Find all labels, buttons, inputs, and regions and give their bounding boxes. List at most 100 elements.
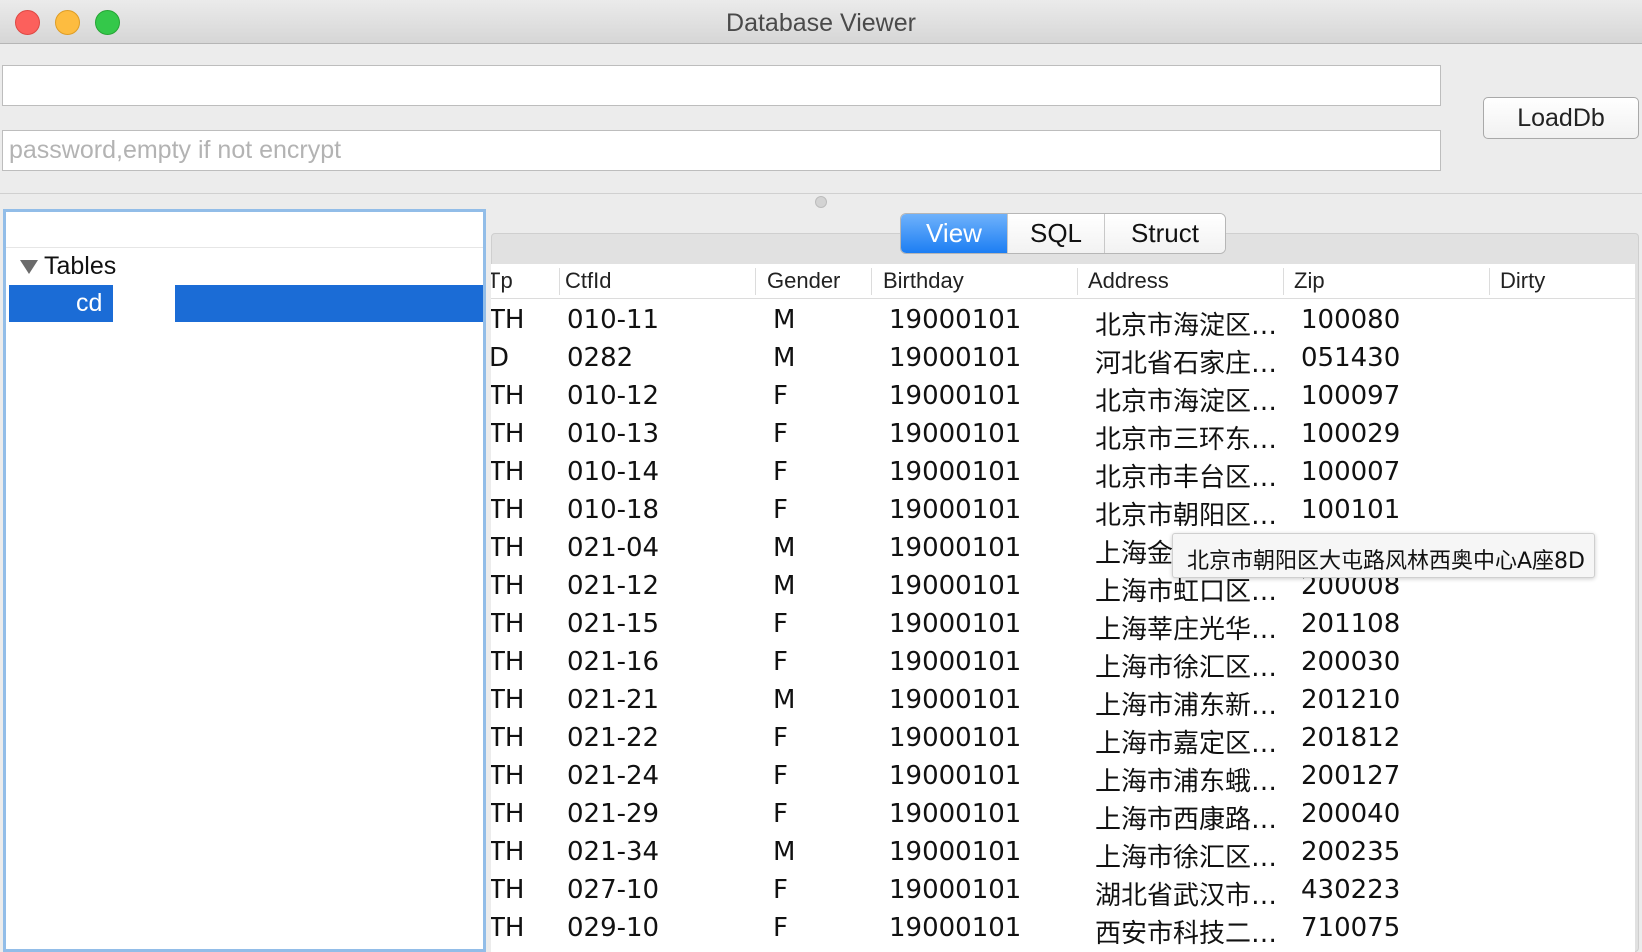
cell-zip: 200040 (1301, 799, 1401, 829)
cell-ctfid: 010-14 (567, 457, 660, 487)
disclosure-triangle-icon[interactable] (20, 259, 38, 274)
column-header-tp[interactable]: Tp (491, 268, 513, 294)
cell-gender: F (773, 419, 788, 449)
database-path-input[interactable] (2, 65, 1441, 106)
cell-ctfid: 010-11 (567, 305, 660, 335)
cell-tp: TH (491, 381, 525, 411)
table-row[interactable]: D 0282 M 19000101 河北省石家庄… 051430 (491, 338, 1635, 379)
cell-ctfid: 010-12 (567, 381, 660, 411)
column-header-dirty[interactable]: Dirty (1500, 268, 1545, 294)
column-header-zip[interactable]: Zip (1294, 268, 1325, 294)
cell-tp: TH (491, 685, 525, 715)
tree-item-table[interactable]: cd (9, 285, 483, 322)
column-header-address[interactable]: Address (1088, 268, 1169, 294)
cell-zip: 100007 (1301, 457, 1401, 487)
column-separator[interactable] (559, 268, 560, 295)
cell-address: 湖北省武汉市… (1095, 881, 1278, 911)
cell-birthday: 19000101 (889, 495, 1022, 525)
table-row[interactable]: TH 010-18 F 19000101 北京市朝阳区… 100101 (491, 490, 1635, 531)
cell-birthday: 19000101 (889, 837, 1022, 867)
cell-birthday: 19000101 (889, 647, 1022, 677)
cell-gender: F (773, 457, 788, 487)
cell-tp: TH (491, 875, 525, 905)
cell-ctfid: 021-15 (567, 609, 660, 639)
cell-tp: TH (491, 609, 525, 639)
tab-struct[interactable]: Struct (1104, 214, 1225, 253)
column-separator[interactable] (1077, 268, 1078, 295)
cell-zip: 201812 (1301, 723, 1401, 753)
window-title: Database Viewer (726, 9, 916, 37)
table-row[interactable]: TH 027-10 F 19000101 湖北省武汉市… 430223 (491, 870, 1635, 911)
cell-tp: TH (491, 495, 525, 525)
cell-birthday: 19000101 (889, 343, 1022, 373)
cell-address: 上海金 (1095, 539, 1174, 569)
cell-gender: F (773, 723, 788, 753)
table-row[interactable]: TH 021-34 M 19000101 上海市徐汇区… 200235 (491, 832, 1635, 873)
cell-ctfid: 021-34 (567, 837, 660, 867)
column-separator[interactable] (1283, 268, 1284, 295)
column-header-gender[interactable]: Gender (767, 268, 840, 294)
cell-tp: TH (491, 761, 525, 791)
sidebar-header-area (6, 212, 483, 248)
tables-group-label: Tables (44, 252, 117, 280)
cell-address: 上海市嘉定区… (1095, 729, 1278, 759)
table-tree-sidebar: Tables cd (3, 209, 486, 952)
cell-gender: F (773, 381, 788, 411)
cell-birthday: 19000101 (889, 305, 1022, 335)
cell-zip: 200235 (1301, 837, 1401, 867)
cell-address: 上海市浦东新… (1095, 691, 1278, 721)
cell-gender: F (773, 495, 788, 525)
tables-group[interactable]: Tables (20, 252, 116, 281)
tree-item-label: cd (76, 289, 103, 317)
table-row[interactable]: TH 010-14 F 19000101 北京市丰台区… 100007 (491, 452, 1635, 493)
cell-address: 北京市朝阳区… (1095, 501, 1278, 531)
table-row[interactable]: TH 021-24 F 19000101 上海市浦东蛾… 200127 (491, 756, 1635, 797)
cell-zip: 051430 (1301, 343, 1401, 373)
cell-birthday: 19000101 (889, 685, 1022, 715)
cell-address: 北京市海淀区… (1095, 387, 1278, 417)
table-row[interactable]: TH 021-29 F 19000101 上海市西康路… 200040 (491, 794, 1635, 835)
load-db-button[interactable]: LoadDb (1483, 97, 1639, 139)
column-header-ctfid[interactable]: CtfId (565, 268, 611, 294)
cell-birthday: 19000101 (889, 799, 1022, 829)
tab-view[interactable]: View (901, 214, 1007, 253)
cell-tp: TH (491, 571, 525, 601)
table-row[interactable]: TH 010-13 F 19000101 北京市三环东… 100029 (491, 414, 1635, 455)
tab-sql[interactable]: SQL (1007, 214, 1104, 253)
cell-zip: 430223 (1301, 875, 1401, 905)
table-row[interactable]: TH 021-16 F 19000101 上海市徐汇区… 200030 (491, 642, 1635, 683)
table-row[interactable]: TH 021-21 M 19000101 上海市浦东新… 201210 (491, 680, 1635, 721)
cell-address: 上海莘庄光华… (1095, 615, 1278, 645)
cell-gender: F (773, 799, 788, 829)
column-separator[interactable] (871, 268, 872, 295)
cell-gender: M (773, 571, 796, 601)
cell-address: 北京市丰台区… (1095, 463, 1278, 493)
splitter-handle[interactable] (815, 196, 827, 208)
column-separator[interactable] (1489, 268, 1490, 295)
password-input[interactable] (2, 130, 1441, 171)
cell-birthday: 19000101 (889, 571, 1022, 601)
cell-address: 北京市三环东… (1095, 425, 1278, 455)
column-header-birthday[interactable]: Birthday (883, 268, 964, 294)
column-separator[interactable] (755, 268, 756, 295)
cell-tp: TH (491, 647, 525, 677)
cell-birthday: 19000101 (889, 381, 1022, 411)
cell-gender: M (773, 533, 796, 563)
cell-tp: TH (491, 533, 525, 563)
cell-zip: 201108 (1301, 609, 1401, 639)
cell-ctfid: 021-24 (567, 761, 660, 791)
data-table[interactable]: Tp CtfId Gender Birthday Address Zip Dir… (491, 264, 1635, 952)
cell-gender: M (773, 837, 796, 867)
cell-gender: F (773, 761, 788, 791)
table-row[interactable]: TH 021-15 F 19000101 上海莘庄光华… 201108 (491, 604, 1635, 645)
cell-birthday: 19000101 (889, 913, 1022, 943)
cell-birthday: 19000101 (889, 419, 1022, 449)
cell-address: 上海市徐汇区… (1095, 843, 1278, 873)
table-row[interactable]: TH 021-22 F 19000101 上海市嘉定区… 201812 (491, 718, 1635, 759)
app-window: Database Viewer LoadDb Tables cd View SQ… (0, 0, 1642, 952)
cell-zip: 710075 (1301, 913, 1401, 943)
table-row[interactable]: TH 010-11 M 19000101 北京市海淀区… 100080 (491, 300, 1635, 341)
table-row[interactable]: TH 010-12 F 19000101 北京市海淀区… 100097 (491, 376, 1635, 417)
cell-ctfid: 010-13 (567, 419, 660, 449)
cell-ctfid: 021-04 (567, 533, 660, 563)
